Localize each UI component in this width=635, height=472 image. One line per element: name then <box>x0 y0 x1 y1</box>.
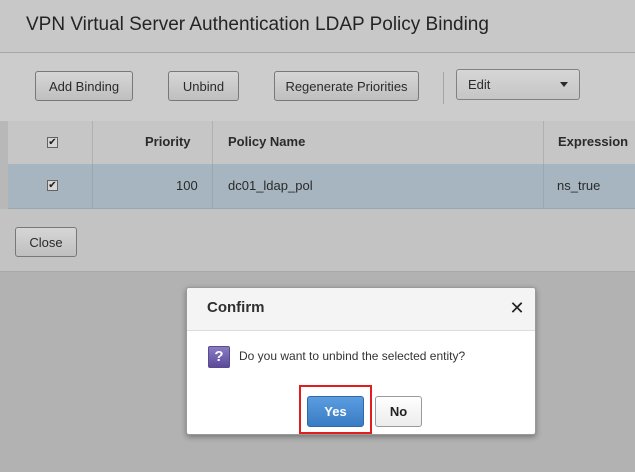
dialog-header: Confirm ✕ <box>187 288 535 331</box>
yes-button[interactable]: Yes <box>307 396 364 427</box>
confirm-dialog: Confirm ✕ ? Do you want to unbind the se… <box>186 287 536 435</box>
dialog-message: Do you want to unbind the selected entit… <box>239 349 466 363</box>
no-button[interactable]: No <box>375 396 422 427</box>
dialog-title: Confirm <box>207 299 265 316</box>
close-icon[interactable]: ✕ <box>509 298 525 318</box>
question-icon: ? <box>208 346 230 368</box>
